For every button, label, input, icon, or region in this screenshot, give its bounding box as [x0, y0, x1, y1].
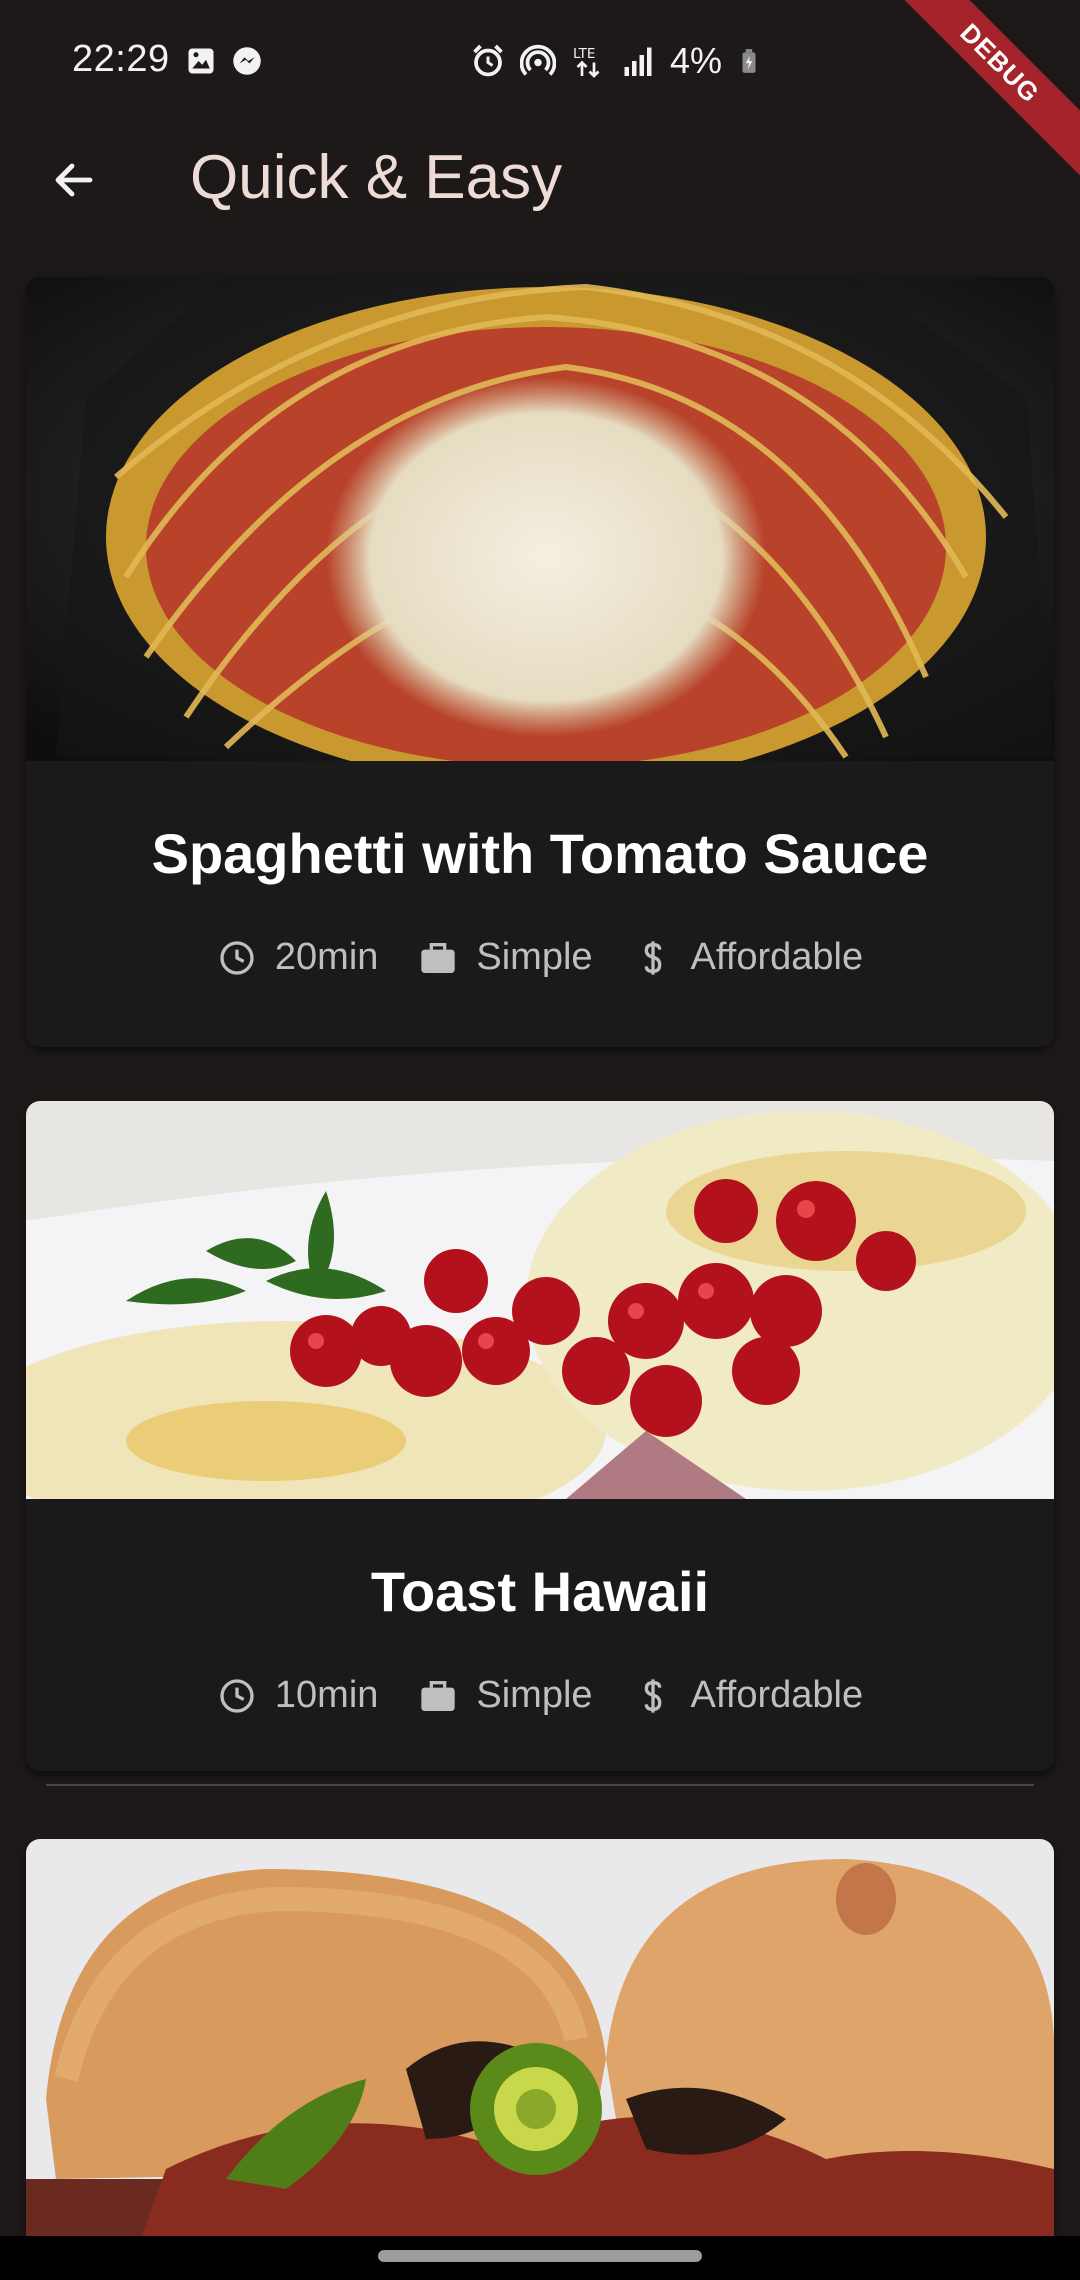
affordability-text: Affordable — [690, 936, 864, 978]
complexity: Simple — [418, 1674, 593, 1717]
battery-percent: 4% — [670, 40, 723, 81]
dollar-icon — [644, 940, 661, 975]
recipe-card-toast-hawaii[interactable]: Toast Hawaii 10min Simple Affordable — [26, 1101, 1054, 1771]
svg-text:LTE: LTE — [573, 46, 595, 62]
card-divider — [46, 1784, 1034, 1786]
alarm-icon — [473, 44, 503, 77]
complexity-text: Simple — [476, 936, 593, 978]
recipe-info: Toast Hawaii 10min Simple Affordable — [26, 1499, 1054, 1717]
navigation-bar — [0, 2236, 1080, 2280]
home-gesture-handle[interactable] — [378, 2250, 702, 2262]
duration: 10min — [217, 1674, 379, 1717]
status-bar: 22:29 LTE 4% — [0, 0, 1080, 110]
clock-icon — [220, 1678, 254, 1713]
page-title: Quick & Easy — [190, 143, 563, 212]
status-icons: LTE 4% — [470, 40, 762, 82]
recipe-title: Spaghetti with Tomato Sauce — [151, 822, 929, 885]
app-bar: Quick & Easy — [0, 110, 1080, 260]
recipe-card-spaghetti[interactable]: Spaghetti with Tomato Sauce 20min Simple… — [26, 277, 1054, 1047]
duration-text: 20min — [274, 936, 379, 978]
hotspot-icon — [520, 44, 556, 76]
arrow-left-icon — [55, 163, 93, 197]
recipe-image-burger — [26, 1839, 1054, 2280]
recipe-card-burger[interactable] — [26, 1839, 1054, 2280]
briefcase-icon — [421, 1680, 456, 1711]
recipe-title: Toast Hawaii — [370, 1560, 710, 1623]
lte-icon: LTE — [573, 46, 600, 78]
gallery-icon — [188, 48, 214, 74]
clock-icon — [220, 940, 254, 975]
signal-icon — [624, 47, 652, 76]
recipe-info: Spaghetti with Tomato Sauce 20min Simple… — [26, 761, 1054, 979]
complexity-text: Simple — [476, 1674, 593, 1716]
recipe-image-spaghetti — [26, 277, 1054, 761]
battery-charging-icon — [742, 49, 756, 73]
duration-text: 10min — [274, 1674, 379, 1716]
affordability-text: Affordable — [690, 1674, 864, 1716]
screen: 22:29 LTE 4% DEBUG Quick & Easy Spaghett… — [0, 0, 1080, 2280]
recipe-meta: 10min Simple Affordable — [26, 1674, 1054, 1717]
recipe-meta: 20min Simple Affordable — [26, 936, 1054, 979]
duration: 20min — [217, 936, 379, 979]
briefcase-icon — [421, 942, 456, 973]
dollar-icon — [644, 1678, 661, 1713]
affordability: Affordable — [633, 936, 864, 979]
complexity: Simple — [418, 936, 593, 979]
affordability: Affordable — [633, 1674, 864, 1717]
back-button[interactable] — [36, 142, 112, 218]
recipe-image-toast-hawaii — [26, 1101, 1054, 1499]
status-time: 22:29 — [72, 38, 170, 80]
messenger-icon — [233, 47, 261, 75]
